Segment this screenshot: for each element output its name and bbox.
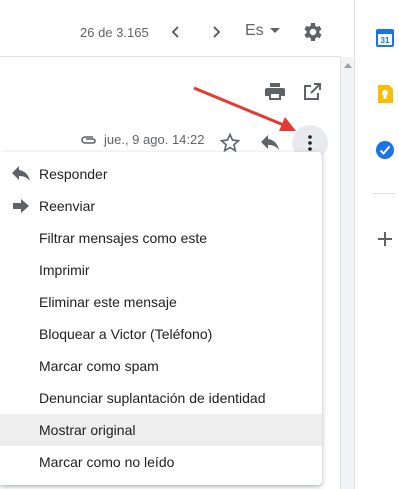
menu-item-label: Denunciar suplantación de identidad xyxy=(39,390,266,406)
get-addons-button[interactable] xyxy=(375,229,395,249)
side-panel-divider xyxy=(373,193,395,194)
calendar-day: 31 xyxy=(381,36,390,45)
toolbar: 26 de 3.165 Es xyxy=(0,0,340,57)
scroll-up-arrow-icon[interactable] xyxy=(344,63,352,68)
chevron-right-icon xyxy=(213,26,221,38)
older-button[interactable] xyxy=(202,18,230,46)
menu-item-report-phishing[interactable]: Denunciar suplantación de identidad xyxy=(0,382,322,414)
menu-item-label: Filtrar mensajes como este xyxy=(39,230,208,246)
gear-icon xyxy=(304,23,322,41)
reply-icon xyxy=(12,166,30,181)
menu-item-label: Imprimir xyxy=(39,262,90,278)
settings-button[interactable] xyxy=(300,20,324,44)
open-in-new-icon xyxy=(304,83,321,100)
menu-item-forward[interactable]: Reenviar xyxy=(0,190,322,222)
menu-item-mark-unread[interactable]: Marcar como no leído xyxy=(0,446,322,478)
menu-item-report-spam[interactable]: Marcar como spam xyxy=(0,350,322,382)
forward-icon xyxy=(13,199,29,213)
keep-app-button[interactable] xyxy=(375,84,395,104)
menu-item-label: Eliminar este mensaje xyxy=(39,294,177,310)
menu-item-reply[interactable]: Responder xyxy=(0,158,322,190)
chevron-left-icon xyxy=(171,26,179,38)
menu-item-label: Reenviar xyxy=(39,198,96,214)
email-date: jue., 9 ago. 14:22 xyxy=(104,132,205,147)
printer-icon xyxy=(265,83,285,100)
keep-icon xyxy=(378,85,393,103)
scrollbar[interactable] xyxy=(340,57,354,489)
tasks-app-button[interactable] xyxy=(375,140,395,160)
print-all-button[interactable] xyxy=(263,80,287,104)
language-label: Es xyxy=(245,22,264,39)
gmail-page: 26 de 3.165 Es 31 jue., 9 ago. 14:22 Res… xyxy=(0,0,399,489)
calendar-icon: 31 xyxy=(376,29,394,47)
menu-item-label: Bloquear a Victor (Teléfono) xyxy=(39,326,213,342)
input-language-selector[interactable]: Es xyxy=(245,22,280,40)
add-icon xyxy=(378,232,392,246)
menu-item-label: Marcar como spam xyxy=(39,358,159,374)
menu-item-label: Marcar como no leído xyxy=(39,454,175,470)
newer-button[interactable] xyxy=(162,18,190,46)
side-panel: 31 xyxy=(354,0,399,489)
menu-item-delete[interactable]: Eliminar este mensaje xyxy=(0,286,322,318)
menu-item-filter-similar[interactable]: Filtrar mensajes como este xyxy=(0,222,322,254)
menu-item-show-original[interactable]: Mostrar original xyxy=(0,414,322,446)
caret-down-icon xyxy=(269,28,280,33)
menu-item-print[interactable]: Imprimir xyxy=(0,254,322,286)
message-counter: 26 de 3.165 xyxy=(80,25,149,40)
attachment-icon xyxy=(81,135,96,144)
menu-item-label: Mostrar original xyxy=(39,422,136,438)
more-options-menu: Responder Reenviar Filtrar mensajes como… xyxy=(0,152,322,485)
tasks-icon xyxy=(376,141,394,159)
email-meta: jue., 9 ago. 14:22 xyxy=(80,132,204,147)
more-vertical-icon xyxy=(308,135,312,151)
calendar-app-button[interactable]: 31 xyxy=(375,28,395,48)
menu-item-label: Responder xyxy=(39,166,108,182)
menu-item-block-sender[interactable]: Bloquear a Victor (Teléfono) xyxy=(0,318,322,350)
new-window-button[interactable] xyxy=(300,80,324,104)
